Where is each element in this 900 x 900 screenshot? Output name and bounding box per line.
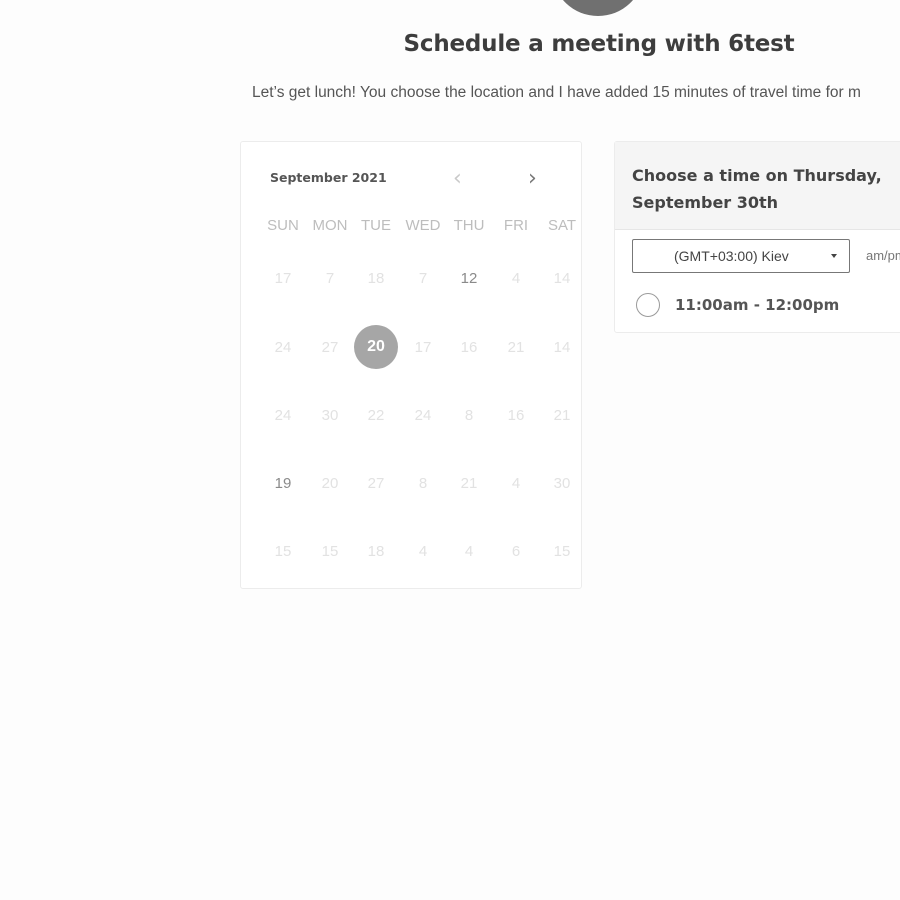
next-month-button[interactable]: ›	[528, 168, 537, 190]
page-title: Schedule a meeting with 6test	[403, 31, 795, 57]
calendar-day: 15	[321, 542, 339, 560]
calendar-day: 24	[414, 406, 432, 424]
calendar-day: 21	[507, 338, 525, 356]
weekday-sat: SAT	[547, 217, 577, 234]
weekday-fri: FRI	[503, 217, 529, 234]
calendar-day: 18	[367, 269, 385, 287]
time-selection-panel: Choose a time on Thursday, September 30t…	[614, 141, 900, 333]
calendar-day: 27	[367, 474, 385, 492]
calendar-month-label: September 2021	[270, 170, 387, 185]
avatar	[553, 0, 643, 16]
calendar-day: 17	[274, 269, 292, 287]
calendar-day: 8	[418, 474, 428, 492]
calendar-day: 24	[274, 406, 292, 424]
calendar-weekday-header: SUN MON TUE WED THU FRI SAT	[241, 217, 581, 237]
time-panel-header: Choose a time on Thursday, September 30t…	[615, 142, 900, 230]
timezone-value: (GMT+03:00) Kiev	[674, 248, 789, 264]
weekday-wed: WED	[405, 217, 441, 234]
calendar-day: 15	[553, 542, 571, 560]
time-slot-label: 11:00am - 12:00pm	[675, 296, 840, 314]
calendar-day: 30	[321, 406, 339, 424]
calendar-day: 21	[553, 406, 571, 424]
calendar-day-selected[interactable]: 20	[354, 325, 398, 369]
calendar-day: 24	[274, 338, 292, 356]
calendar-day: 18	[367, 542, 385, 560]
calendar-day: 4	[418, 542, 428, 560]
calendar-day: 14	[553, 269, 571, 287]
calendar-day: 4	[511, 474, 521, 492]
calendar-day: 27	[321, 338, 339, 356]
weekday-tue: TUE	[361, 217, 391, 234]
calendar-day: 8	[464, 406, 474, 424]
calendar-day: 7	[418, 269, 428, 287]
calendar-day: 16	[507, 406, 525, 424]
calendar-day: 19	[274, 474, 292, 492]
calendar-day: 21	[460, 474, 478, 492]
weekday-sun: SUN	[267, 217, 299, 234]
calendar-day: 22	[367, 406, 385, 424]
timezone-select[interactable]: (GMT+03:00) Kiev	[632, 239, 850, 273]
weekday-mon: MON	[312, 217, 348, 234]
calendar-day: 6	[511, 542, 521, 560]
weekday-thu: THU	[453, 217, 485, 234]
time-format-toggle[interactable]: am/pm	[866, 248, 900, 263]
calendar-day: 30	[553, 474, 571, 492]
calendar-day: 20	[321, 474, 339, 492]
previous-month-button[interactable]: ‹	[453, 168, 462, 190]
caret-down-icon	[831, 254, 837, 258]
calendar-day: 12	[460, 269, 478, 287]
page-description: Let’s get lunch! You choose the location…	[252, 84, 861, 101]
calendar-day: 7	[325, 269, 335, 287]
calendar-day: 4	[464, 542, 474, 560]
calendar: September 2021 ‹ › SUN MON TUE WED THU FRI SAT…	[240, 141, 582, 589]
calendar-day: 14	[553, 338, 571, 356]
calendar-day: 17	[414, 338, 432, 356]
time-panel-title: Choose a time on Thursday, September 30t…	[632, 166, 882, 212]
calendar-day: 15	[274, 542, 292, 560]
calendar-day: 16	[460, 338, 478, 356]
calendar-day: 4	[511, 269, 521, 287]
radio-circle-icon[interactable]	[636, 293, 660, 317]
